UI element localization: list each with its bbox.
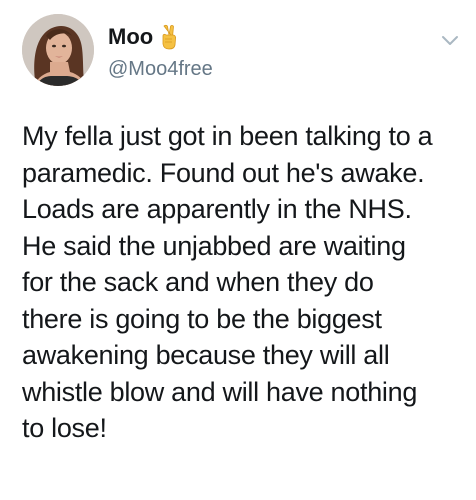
- tweet-line: He said the unjabbed are waiting: [22, 230, 406, 261]
- avatar[interactable]: [22, 14, 94, 86]
- tweet-line: awakening because they will all: [22, 340, 390, 370]
- display-name[interactable]: Moo: [108, 22, 153, 52]
- tweet-line: paramedic. Found out he's awake.: [22, 157, 425, 188]
- user-handle[interactable]: @Moo4free: [108, 56, 213, 82]
- tweet-line: whistle blow and will have nothing: [22, 376, 418, 407]
- tweet-line: to lose!: [22, 413, 107, 443]
- victory-hand-icon: [159, 24, 179, 50]
- tweet-card: Moo @Moo4free My fella just got in been …: [0, 0, 476, 500]
- avatar-image: [22, 14, 94, 86]
- tweet-line: My fella just got in been talking to a: [22, 121, 433, 151]
- user-info: Moo @Moo4free: [108, 22, 213, 82]
- tweet-line: for the sack and when they do: [22, 267, 374, 297]
- tweet-text: My fella just got in been talking to a p…: [22, 118, 462, 447]
- tweet-line: Loads are apparently in the NHS.: [22, 194, 412, 224]
- chevron-down-icon[interactable]: [438, 28, 462, 52]
- tweet-line: there is going to be the biggest: [22, 303, 382, 334]
- display-name-row: Moo: [108, 22, 213, 52]
